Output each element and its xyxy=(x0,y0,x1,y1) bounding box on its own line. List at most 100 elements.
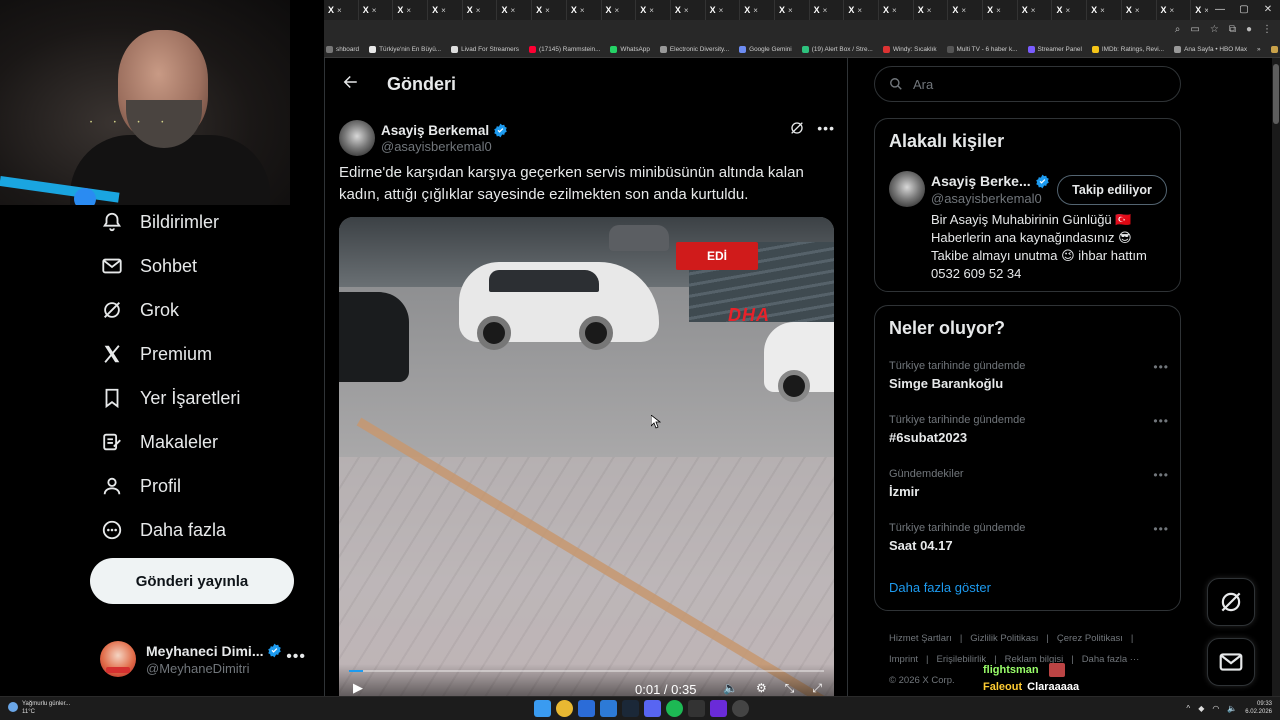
bookmark-item[interactable]: IMDb: Ratings, Revi... xyxy=(1091,46,1164,53)
tab-close-icon[interactable]: × xyxy=(372,6,377,15)
browser-tab[interactable]: X × xyxy=(879,0,914,20)
spotify-icon[interactable] xyxy=(666,700,683,717)
browser-tab[interactable]: X × xyxy=(324,0,359,20)
related-user-handle[interactable]: @asayisberkemal0 xyxy=(931,191,1042,206)
app-icon[interactable] xyxy=(600,700,617,717)
browser-tab[interactable]: X × xyxy=(948,0,984,20)
grok-fab-button[interactable] xyxy=(1207,578,1255,626)
browser-tab[interactable]: X × xyxy=(1018,0,1053,20)
all-bookmarks-folder[interactable]: Tüm Yer İşaretleri xyxy=(1270,46,1280,53)
browser-tab[interactable]: X × xyxy=(844,0,879,20)
bookmark-item[interactable]: Electronic Diversity... xyxy=(659,46,729,53)
footer-link[interactable]: Hizmet Şartları xyxy=(889,633,952,644)
star-icon[interactable]: ☆ xyxy=(1210,24,1219,35)
tab-close-icon[interactable]: × xyxy=(615,6,620,15)
address-bar[interactable]: ⌕ ▭ ☆ ⧉ ● ⋮ xyxy=(324,20,1280,42)
maximize-icon[interactable]: ▢ xyxy=(1232,0,1256,20)
weather-widget[interactable]: Yağmurlu günler... 11°C xyxy=(8,700,70,716)
browser-tab[interactable]: X × xyxy=(914,0,949,20)
obs-icon[interactable] xyxy=(710,700,727,717)
tab-close-icon[interactable]: × xyxy=(788,6,793,15)
author-handle[interactable]: @asayisberkemal0 xyxy=(381,139,508,154)
zoom-icon[interactable]: ⌕ xyxy=(1175,24,1181,35)
tab-close-icon[interactable]: × xyxy=(1135,6,1140,15)
trend-more-icon[interactable]: ••• xyxy=(1153,468,1169,482)
trend-more-icon[interactable]: ••• xyxy=(1153,414,1169,428)
wifi-icon[interactable]: ◠ xyxy=(1212,704,1219,713)
menu-icon[interactable]: ⋮ xyxy=(1262,24,1272,35)
tab-close-icon[interactable]: × xyxy=(927,6,932,15)
footer-link[interactable]: Erişilebilirlik xyxy=(937,654,987,665)
nav-item-daha-fazla[interactable]: Daha fazla xyxy=(90,508,320,552)
tab-close-icon[interactable]: × xyxy=(996,6,1001,15)
related-user-name[interactable]: Asayiş Berke... xyxy=(931,173,1031,189)
nav-item-yer-i̇şaretleri[interactable]: Yer İşaretleri xyxy=(90,376,320,420)
browser-tab[interactable]: X × xyxy=(636,0,671,20)
messages-fab-button[interactable] xyxy=(1207,638,1255,686)
tray-chevron-icon[interactable]: ^ xyxy=(1186,704,1190,713)
back-arrow-icon[interactable] xyxy=(341,73,375,96)
app-icon[interactable] xyxy=(732,700,749,717)
show-more-link[interactable]: Daha fazla göster xyxy=(889,580,991,595)
discord-icon[interactable] xyxy=(644,700,661,717)
tab-close-icon[interactable]: × xyxy=(1065,6,1070,15)
steam-icon[interactable] xyxy=(622,700,639,717)
browser-tab[interactable]: X × xyxy=(393,0,429,20)
related-user-avatar[interactable] xyxy=(889,171,925,207)
tab-close-icon[interactable]: × xyxy=(892,6,897,15)
profile-icon[interactable]: ● xyxy=(1246,24,1252,35)
tab-close-icon[interactable]: × xyxy=(719,6,724,15)
play-icon[interactable]: ▶ xyxy=(353,680,363,696)
tab-close-icon[interactable]: × xyxy=(1031,6,1036,15)
video-player[interactable]: EDİ DHA ▶ 0:01 / 0:35 🔈 ⚙ ⤡ ⤢ xyxy=(339,217,834,700)
nav-item-bildirimler[interactable]: Bildirimler xyxy=(90,200,320,244)
author-avatar[interactable] xyxy=(339,120,375,156)
browser-tab[interactable]: X × xyxy=(1157,0,1192,20)
tab-close-icon[interactable]: × xyxy=(406,6,411,15)
extensions-icon[interactable]: ⧉ xyxy=(1229,24,1236,35)
app-icon[interactable] xyxy=(688,700,705,717)
browser-tab[interactable]: X × xyxy=(428,0,463,20)
tab-close-icon[interactable]: × xyxy=(961,6,966,15)
tab-close-icon[interactable]: × xyxy=(753,6,758,15)
nav-item-profil[interactable]: Profil xyxy=(90,464,320,508)
tab-close-icon[interactable]: × xyxy=(649,6,654,15)
account-more-icon[interactable]: ••• xyxy=(286,648,306,666)
tab-close-icon[interactable]: × xyxy=(337,6,342,15)
pip-icon[interactable]: ⤡ xyxy=(785,681,795,696)
bookmark-item[interactable]: Streamer Panel xyxy=(1027,46,1082,53)
tray-app-icon[interactable]: ◆ xyxy=(1198,704,1204,713)
browser-tab[interactable]: X × xyxy=(567,0,602,20)
tab-close-icon[interactable]: × xyxy=(1170,6,1175,15)
trend-item[interactable]: Türkiye tarihinde gündemde #6subat2023 ••• xyxy=(889,414,1169,454)
video-progress-bar[interactable] xyxy=(349,670,824,672)
browser-tab[interactable]: X × xyxy=(775,0,810,20)
footer-link[interactable]: Çerez Politikası xyxy=(1057,633,1123,644)
browser-tab[interactable]: X × xyxy=(740,0,775,20)
tab-close-icon[interactable]: × xyxy=(545,6,550,15)
volume-icon[interactable]: 🔈 xyxy=(723,681,738,696)
nav-item-grok[interactable]: Grok xyxy=(90,288,320,332)
account-switcher[interactable]: Meyhaneci Dimi... @MeyhaneDimitri ••• xyxy=(100,636,310,682)
app-icon[interactable] xyxy=(578,700,595,717)
trend-item[interactable]: Türkiye tarihinde gündemde Simge Barankoğ… xyxy=(889,360,1169,400)
browser-tab[interactable]: X × xyxy=(463,0,498,20)
browser-tab[interactable]: X × xyxy=(359,0,394,20)
cast-icon[interactable]: ▭ xyxy=(1190,24,1199,35)
footer-link[interactable]: Gizlilik Politikası xyxy=(970,633,1038,644)
tab-close-icon[interactable]: × xyxy=(823,6,828,15)
footer-link[interactable]: Imprint xyxy=(889,654,918,665)
browser-tab[interactable]: X × xyxy=(1122,0,1157,20)
post-button[interactable]: Gönderi yayınla xyxy=(90,558,294,604)
volume-icon[interactable]: 🔈 xyxy=(1227,704,1237,713)
clock[interactable]: 09:33 6.02.2026 xyxy=(1245,700,1272,716)
following-button[interactable]: Takip ediliyor xyxy=(1057,175,1167,205)
nav-item-premium[interactable]: Premium xyxy=(90,332,320,376)
trend-item[interactable]: Gündemdekiler İzmir ••• xyxy=(889,468,1169,508)
browser-tab[interactable]: X × xyxy=(671,0,706,20)
tab-close-icon[interactable]: × xyxy=(684,6,689,15)
browser-tab[interactable]: X × xyxy=(497,0,533,20)
bookmark-item[interactable]: Türkiye'nin En Büyü... xyxy=(369,46,441,53)
bookmark-item[interactable]: Google Gemini xyxy=(739,46,792,53)
trend-more-icon[interactable]: ••• xyxy=(1153,522,1169,536)
